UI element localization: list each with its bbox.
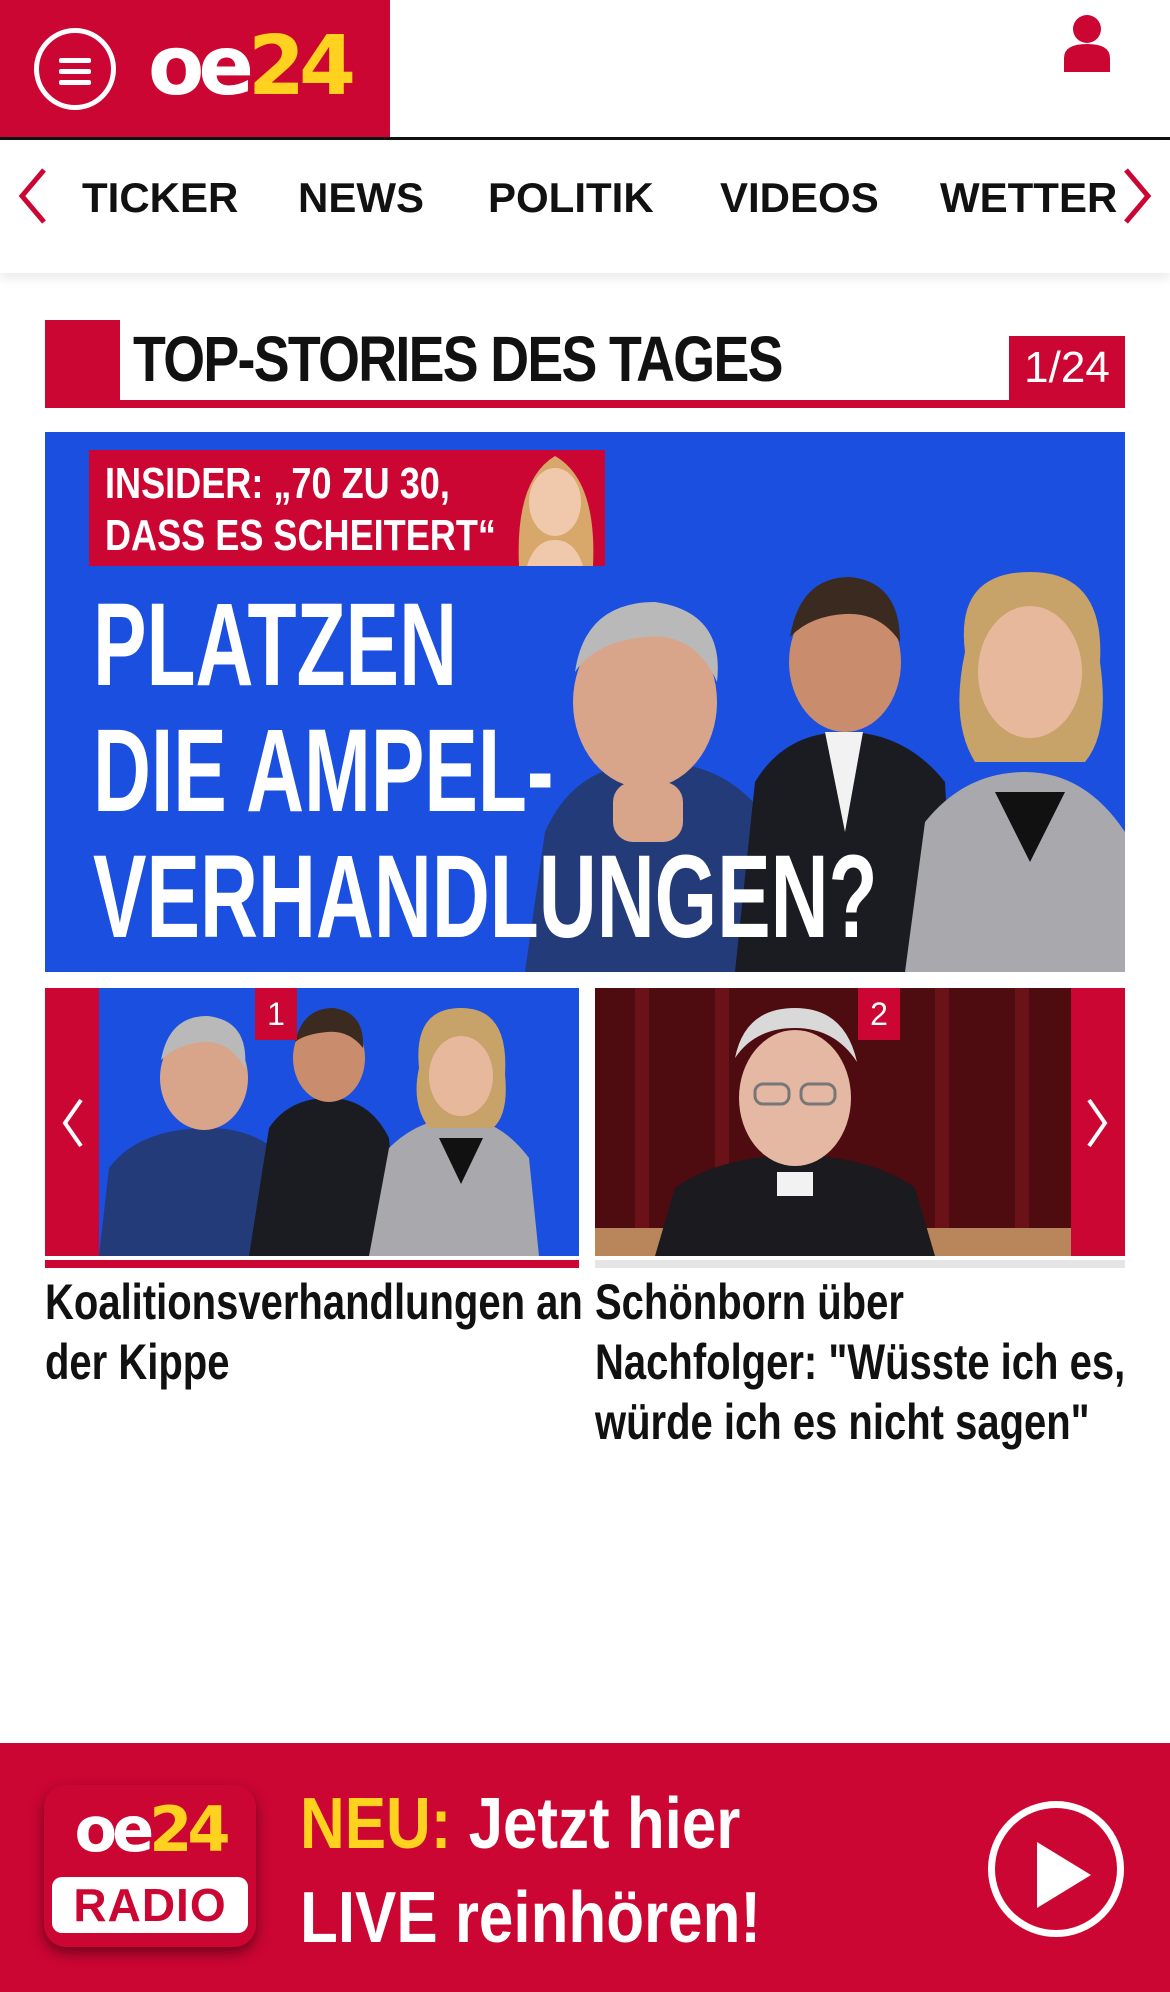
card-indicator <box>595 1260 1125 1268</box>
play-button[interactable] <box>988 1801 1124 1937</box>
nav-item-ticker[interactable]: TICKER <box>82 174 238 222</box>
chevron-right-icon[interactable] <box>1120 166 1156 226</box>
hero-headline: PLATZEN DIE AMPEL- VERHANDLUNGEN? <box>93 579 878 963</box>
nav-item-news[interactable]: NEWS <box>298 174 424 222</box>
active-card-indicator <box>45 1260 579 1268</box>
story-thumbnail <box>99 1008 539 1256</box>
radio-logo: oe24 RADIO <box>44 1785 256 1947</box>
play-icon <box>1037 1842 1091 1908</box>
nav-item-videos[interactable]: VIDEOS <box>720 174 879 222</box>
carousel-prev-button[interactable] <box>45 988 99 1256</box>
chevron-left-icon <box>62 1098 83 1148</box>
nav-item-politik[interactable]: POLITIK <box>488 174 654 222</box>
story-counter: 1/24 <box>1009 336 1125 400</box>
top-stories-header: TOP-STORIES DES TAGES 1/24 <box>45 320 1125 408</box>
radio-promo-text: NEU: Jetzt hier LIVE reinhören! <box>300 1784 762 1958</box>
section-nav: TICKER NEWS POLITIK VIDEOS WETTER <box>0 140 1170 273</box>
user-icon[interactable] <box>1062 14 1112 72</box>
section-underline <box>45 400 1125 408</box>
chevron-left-icon[interactable] <box>14 166 50 226</box>
radio-label: RADIO <box>52 1877 248 1933</box>
story-thumbnail <box>595 988 1071 1256</box>
hero-story[interactable]: INSIDER: „70 ZU 30, DASS ES SCHEITERT“ P… <box>45 432 1125 972</box>
radio-banner[interactable]: oe24 RADIO NEU: Jetzt hier LIVE reinhöre… <box>0 1743 1170 1992</box>
story-card-image[interactable]: 1 <box>99 988 579 1256</box>
story-card-title[interactable]: Koalitionsverhandlungen an der Kippe <box>45 1272 585 1392</box>
menu-button[interactable] <box>34 28 116 110</box>
section-title: TOP-STORIES DES TAGES <box>133 323 783 395</box>
brand-block: oe24 <box>0 0 390 137</box>
section-accent <box>45 320 120 408</box>
chevron-right-icon <box>1087 1098 1108 1148</box>
site-header: oe24 <box>0 0 1170 140</box>
site-logo[interactable]: oe24 <box>148 22 356 112</box>
carousel-next-button[interactable] <box>1071 988 1125 1256</box>
nav-item-wetter[interactable]: WETTER <box>940 174 1117 222</box>
hamburger-icon <box>59 58 91 63</box>
story-carousel: 1 2 <box>45 988 1125 1258</box>
story-card-image[interactable]: 2 <box>595 988 1071 1256</box>
story-card-title[interactable]: Schönborn über Nachfolger: "Wüsste ich e… <box>595 1272 1135 1452</box>
card-number-badge: 1 <box>255 988 297 1040</box>
expert-portrait <box>518 456 594 566</box>
card-number-badge: 2 <box>858 988 900 1040</box>
